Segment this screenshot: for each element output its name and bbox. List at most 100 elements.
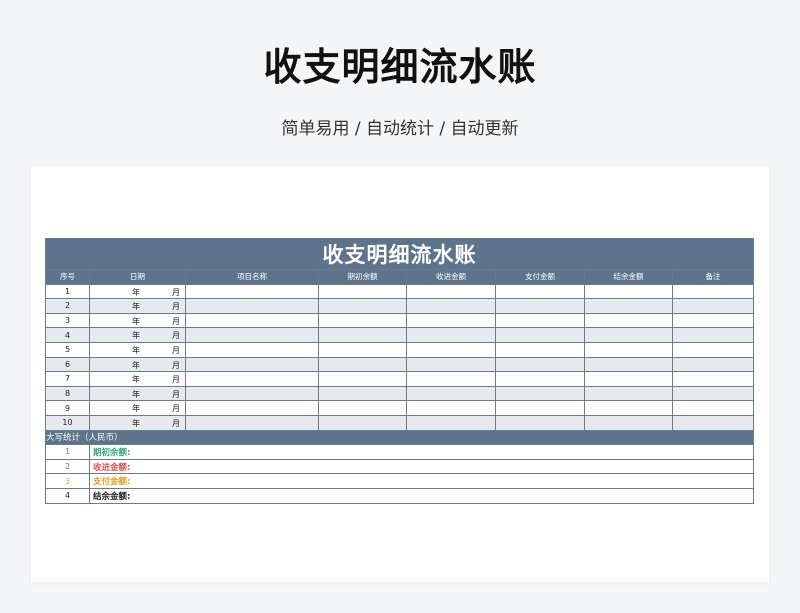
- date-cell[interactable]: 年月: [89, 312, 186, 329]
- row-index: 1: [45, 283, 90, 300]
- balance-cell[interactable]: [584, 356, 673, 373]
- balance-cell[interactable]: [584, 283, 673, 300]
- summary-label[interactable]: 结余金额:: [89, 487, 754, 504]
- income-cell[interactable]: [406, 327, 496, 343]
- note-cell[interactable]: [672, 341, 754, 358]
- item-cell[interactable]: [185, 327, 319, 343]
- note-cell[interactable]: [672, 414, 754, 431]
- month-label: 月: [172, 389, 180, 399]
- payment-cell[interactable]: [495, 327, 585, 343]
- summary-index: 3: [45, 473, 90, 489]
- balance-cell[interactable]: [584, 312, 673, 329]
- col-header-payment: 支付金额: [495, 269, 585, 285]
- note-cell[interactable]: [672, 298, 754, 314]
- item-cell[interactable]: [185, 414, 319, 431]
- payment-cell[interactable]: [495, 400, 585, 416]
- income-cell[interactable]: [406, 414, 496, 431]
- month-label: 月: [172, 375, 180, 385]
- payment-cell[interactable]: [495, 283, 585, 300]
- note-cell[interactable]: [672, 371, 754, 387]
- opening-balance-cell[interactable]: [318, 327, 407, 343]
- payment-cell[interactable]: [495, 414, 585, 431]
- income-cell[interactable]: [406, 341, 496, 358]
- income-cell[interactable]: [406, 312, 496, 329]
- income-cell[interactable]: [406, 356, 496, 373]
- date-cell[interactable]: 年月: [89, 356, 186, 373]
- income-cell[interactable]: [406, 400, 496, 416]
- date-cell[interactable]: 年月: [89, 414, 186, 431]
- ledger-table: 收支明细流水账 序号 日期 项目名称 期初余额 收进金额 支付金额 结余金额 备…: [45, 238, 754, 504]
- note-cell[interactable]: [672, 327, 754, 343]
- item-cell[interactable]: [185, 312, 319, 329]
- note-cell[interactable]: [672, 385, 754, 402]
- opening-balance-cell[interactable]: [318, 283, 407, 300]
- balance-cell[interactable]: [584, 327, 673, 343]
- item-cell[interactable]: [185, 371, 319, 387]
- note-cell[interactable]: [672, 283, 754, 300]
- table-row: 7年月: [45, 371, 754, 387]
- balance-cell[interactable]: [584, 298, 673, 314]
- month-label: 月: [172, 404, 180, 414]
- col-header-date: 日期: [89, 269, 186, 285]
- income-cell[interactable]: [406, 283, 496, 300]
- payment-cell[interactable]: [495, 385, 585, 402]
- month-label: 月: [172, 345, 180, 355]
- balance-cell[interactable]: [584, 371, 673, 387]
- opening-balance-cell[interactable]: [318, 341, 407, 358]
- summary-label[interactable]: 收进金额:: [89, 458, 754, 475]
- opening-balance-cell[interactable]: [318, 385, 407, 402]
- balance-cell[interactable]: [584, 385, 673, 402]
- date-cell[interactable]: 年月: [89, 371, 186, 387]
- date-cell[interactable]: 年月: [89, 327, 186, 343]
- note-cell[interactable]: [672, 400, 754, 416]
- item-cell[interactable]: [185, 341, 319, 358]
- balance-cell[interactable]: [584, 414, 673, 431]
- date-cell[interactable]: 年月: [89, 385, 186, 402]
- col-header-item: 项目名称: [185, 269, 319, 285]
- item-cell[interactable]: [185, 400, 319, 416]
- table-row: 3年月: [45, 312, 754, 329]
- opening-balance-cell[interactable]: [318, 356, 407, 373]
- col-header-opening-balance: 期初余额: [318, 269, 407, 285]
- year-label: 年: [132, 404, 140, 414]
- opening-balance-cell[interactable]: [318, 371, 407, 387]
- table-row: 6年月: [45, 356, 754, 373]
- income-cell[interactable]: [406, 298, 496, 314]
- opening-balance-cell[interactable]: [318, 298, 407, 314]
- item-cell[interactable]: [185, 356, 319, 373]
- balance-cell[interactable]: [584, 400, 673, 416]
- month-label: 月: [172, 302, 180, 312]
- payment-cell[interactable]: [495, 356, 585, 373]
- year-label: 年: [132, 375, 140, 385]
- date-cell[interactable]: 年月: [89, 298, 186, 314]
- sheet-banner: 收支明细流水账: [45, 238, 754, 270]
- summary-row: 2 收进金额:: [45, 458, 754, 475]
- summary-label[interactable]: 支付金额:: [89, 473, 754, 489]
- spreadsheet-card: 收支明细流水账 序号 日期 项目名称 期初余额 收进金额 支付金额 结余金额 备…: [31, 166, 769, 582]
- row-index: 8: [45, 385, 90, 402]
- month-label: 月: [172, 360, 180, 370]
- item-cell[interactable]: [185, 298, 319, 314]
- opening-balance-cell[interactable]: [318, 312, 407, 329]
- income-cell[interactable]: [406, 385, 496, 402]
- payment-cell[interactable]: [495, 371, 585, 387]
- table-row: 4年月: [45, 327, 754, 343]
- item-cell[interactable]: [185, 283, 319, 300]
- note-cell[interactable]: [672, 356, 754, 373]
- date-cell[interactable]: 年月: [89, 341, 186, 358]
- note-cell[interactable]: [672, 312, 754, 329]
- date-cell[interactable]: 年月: [89, 400, 186, 416]
- summary-label[interactable]: 期初余额:: [89, 444, 754, 460]
- opening-balance-cell[interactable]: [318, 414, 407, 431]
- item-cell[interactable]: [185, 385, 319, 402]
- payment-cell[interactable]: [495, 312, 585, 329]
- sheet-title: 收支明细流水账: [45, 238, 754, 270]
- date-cell[interactable]: 年月: [89, 283, 186, 300]
- table-row: 9年月: [45, 400, 754, 416]
- opening-balance-cell[interactable]: [318, 400, 407, 416]
- year-label: 年: [132, 287, 140, 297]
- income-cell[interactable]: [406, 371, 496, 387]
- payment-cell[interactable]: [495, 341, 585, 358]
- payment-cell[interactable]: [495, 298, 585, 314]
- balance-cell[interactable]: [584, 341, 673, 358]
